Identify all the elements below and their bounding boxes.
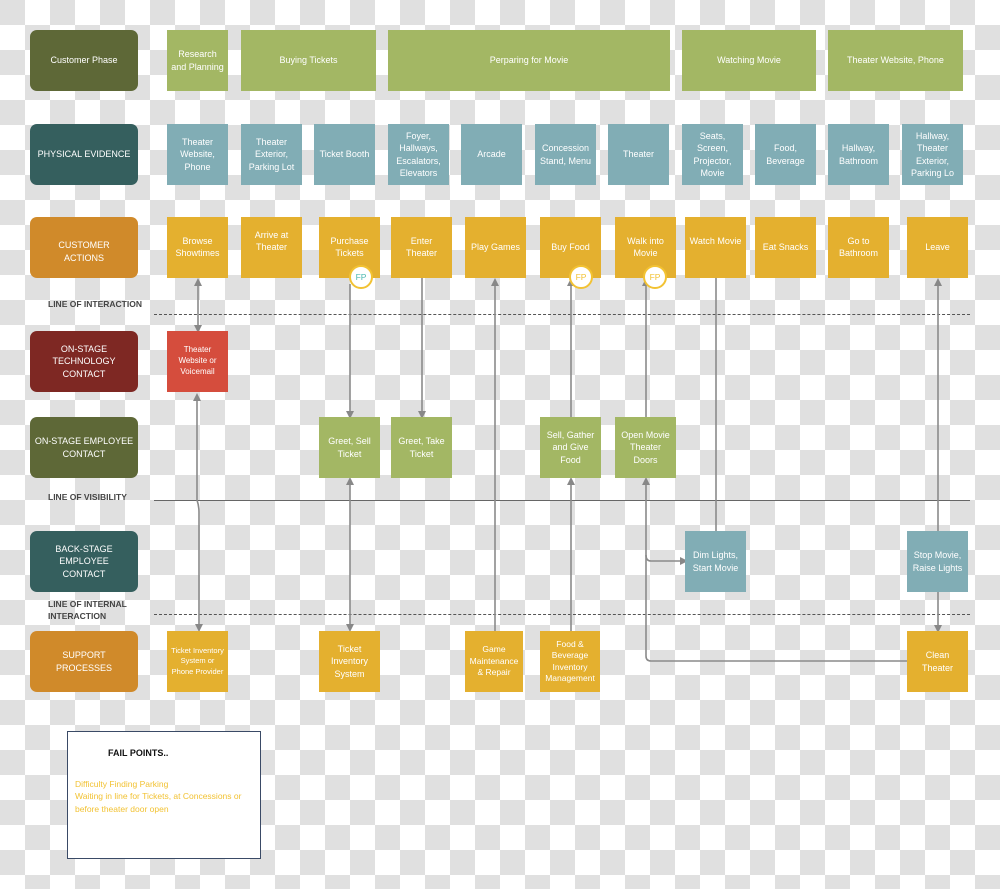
lane-backstage-employee: BACK-STAGE EMPLOYEE CONTACT	[30, 531, 138, 592]
fail-point-item: Waiting in line for Tickets, at Concessi…	[75, 791, 242, 814]
lane-label: ON-STAGE EMPLOYEE CONTACT	[34, 435, 134, 459]
lane-label: ON-STAGE TECHNOLOGY CONTACT	[52, 343, 116, 379]
fail-point-badge: FP	[569, 265, 593, 289]
line-of-internal-interaction-label: LINE OF INTERNAL INTERACTION	[48, 599, 127, 621]
evidence-item: Theater Exterior, Parking Lot	[241, 124, 302, 185]
evidence-item: Hallway, Bathroom	[828, 124, 889, 185]
onstage-item: Greet, Sell Ticket	[319, 417, 380, 478]
phase-website-phone: Theater Website, Phone	[828, 30, 963, 91]
action-item: Leave	[907, 217, 968, 278]
evidence-item: Concession Stand, Menu	[535, 124, 596, 185]
lane-onstage-technology: ON-STAGE TECHNOLOGY CONTACT	[30, 331, 138, 392]
connector-doors-dim	[645, 554, 688, 565]
line-of-visibility-label: LINE OF VISIBILITY	[48, 492, 127, 502]
action-item: Watch Movie	[685, 217, 746, 278]
lane-label: SUPPORT PROCESSES	[55, 649, 113, 673]
phase-watching: Watching Movie	[682, 30, 816, 91]
evidence-item: Foyer, Hallways, Escalators, Elevators	[388, 124, 449, 185]
action-item: Go to Bathroom	[828, 217, 889, 278]
evidence-item: Food, Beverage	[755, 124, 816, 185]
evidence-item: Theater Website, Phone	[167, 124, 228, 185]
fail-points-box: FAIL POINTS.. Difficulty Finding Parking…	[67, 731, 261, 859]
lane-label: Customer Phase	[50, 55, 118, 66]
fail-point-badge: FP	[643, 265, 667, 289]
onstage-item: Sell, Gather and Give Food	[540, 417, 601, 478]
fail-point-badge: FP	[349, 265, 373, 289]
backstage-item: Dim Lights, Start Movie	[685, 531, 746, 592]
lane-onstage-employee: ON-STAGE EMPLOYEE CONTACT	[30, 417, 138, 478]
lane-label: BACK-STAGE EMPLOYEE CONTACT	[55, 543, 113, 579]
lane-support-processes: SUPPORT PROCESSES	[30, 631, 138, 692]
line-of-interaction	[154, 314, 970, 315]
onstage-item: Open Movie Theater Doors	[615, 417, 676, 478]
evidence-item: Theater	[608, 124, 669, 185]
lane-label: PHYSICAL EVIDENCE	[37, 149, 131, 160]
fail-point-item: Difficulty Finding Parking	[75, 779, 169, 789]
phase-research: Research and Planning	[167, 30, 228, 91]
fail-points-list: Difficulty Finding Parking Waiting in li…	[75, 778, 253, 815]
onstage-item: Greet, Take Ticket	[391, 417, 452, 478]
connector-tech-support	[193, 393, 203, 632]
evidence-item: Hallway, Theater Exterior, Parking Lo	[902, 124, 963, 185]
support-item: Food & Beverage Inventory Management	[540, 631, 600, 692]
phase-buying-tickets: Buying Tickets	[241, 30, 376, 91]
support-item: Game Maintenance & Repair	[465, 631, 523, 692]
line-of-visibility	[154, 500, 970, 501]
fail-points-title: FAIL POINTS..	[108, 748, 169, 758]
phase-preparing: Perparing for Movie	[388, 30, 670, 91]
action-item: Purchase Tickets	[319, 217, 380, 278]
action-item: Eat Snacks	[755, 217, 816, 278]
line-of-internal-interaction	[154, 614, 970, 615]
line-of-interaction-label: LINE OF INTERACTION	[48, 299, 142, 309]
action-item: Play Games	[465, 217, 526, 278]
lane-label: CUSTOMER ACTIONS	[58, 240, 110, 263]
support-item: Ticket Inventory System	[319, 631, 380, 692]
evidence-item: Arcade	[461, 124, 522, 185]
lane-customer-actions: CUSTOMER ACTIONS	[30, 217, 138, 278]
support-item: Ticket Inventory System or Phone Provide…	[167, 631, 228, 692]
lane-customer-phase: Customer Phase	[30, 30, 138, 91]
evidence-item: Ticket Booth	[314, 124, 375, 185]
action-item: Browse Showtimes	[167, 217, 228, 278]
evidence-item: Seats, Screen, Projector, Movie	[682, 124, 743, 185]
action-item: Arrive at Theater	[241, 217, 302, 278]
tech-item: Theater Website or Voicemail	[167, 331, 228, 392]
support-item: Clean Theater	[907, 631, 968, 692]
lane-physical-evidence: PHYSICAL EVIDENCE	[30, 124, 138, 185]
backstage-item: Stop Movie, Raise Lights	[907, 531, 968, 592]
action-item: Enter Theater	[391, 217, 452, 278]
